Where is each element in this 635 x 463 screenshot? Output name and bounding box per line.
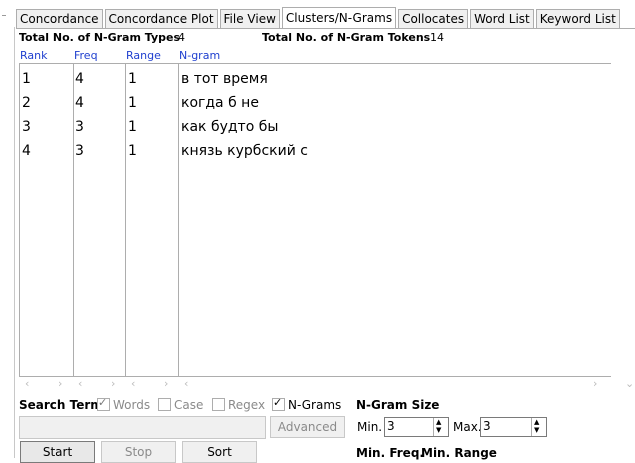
column-header-freq[interactable]: Freq: [74, 49, 98, 62]
regex-option[interactable]: Regex: [212, 398, 265, 412]
scroll-left-icon[interactable]: ‹: [78, 377, 82, 390]
search-term-label: Search Term: [19, 398, 103, 412]
column-header-rank[interactable]: Rank: [20, 49, 47, 62]
tab-word-list[interactable]: Word List: [470, 9, 534, 28]
rank-cell: 2: [22, 95, 31, 111]
words-label: Words: [113, 398, 151, 412]
sort-button[interactable]: Sort: [182, 441, 257, 463]
range-cell: 1: [128, 119, 137, 135]
tab-collocates[interactable]: Collocates: [398, 9, 469, 28]
freq-cell: 4: [75, 71, 84, 87]
scroll-left-icon[interactable]: ‹: [131, 377, 135, 390]
stop-button[interactable]: Stop: [101, 441, 176, 463]
min-size-label: Min.: [357, 420, 383, 434]
case-checkbox[interactable]: [158, 398, 171, 411]
ngrams-checkbox[interactable]: [272, 396, 285, 411]
tab-baseline: [16, 28, 635, 29]
freq-cell: 4: [75, 95, 84, 111]
results-table[interactable]: 1 4 1 в тот время 2 4 1 когда б не 3 3 1…: [19, 63, 612, 377]
rank-cell: 3: [22, 119, 31, 135]
range-cell: 1: [128, 95, 137, 111]
ngrams-option[interactable]: N-Grams: [272, 396, 342, 412]
types-value: 4: [178, 31, 185, 44]
column-header-ngram[interactable]: N-gram: [179, 49, 220, 62]
scroll-left-icon[interactable]: ‹: [25, 377, 29, 390]
tokens-label: Total No. of N-Gram Tokens: [262, 31, 431, 44]
ngram-cell: в тот время: [181, 71, 268, 87]
ngrams-label: N-Grams: [288, 398, 342, 412]
range-cell: 1: [128, 71, 137, 87]
types-label: Total No. of N-Gram Types: [19, 31, 181, 44]
tab-file-view[interactable]: File View: [219, 9, 280, 28]
max-size-value: 3: [483, 419, 491, 433]
range-cell: 1: [128, 143, 137, 159]
words-checkbox[interactable]: [97, 396, 110, 411]
case-option[interactable]: Case: [158, 398, 203, 412]
spin-up-icon[interactable]: ▲: [534, 419, 539, 426]
tab-concordance[interactable]: Concordance: [16, 9, 103, 28]
scroll-right-icon[interactable]: ›: [593, 377, 597, 390]
scroll-right-icon[interactable]: ›: [58, 377, 62, 390]
min-size-arrows[interactable]: ▲ ▼: [433, 418, 448, 436]
tab-clusters-ngrams[interactable]: Clusters/N-Grams: [281, 7, 397, 29]
rank-cell: 1: [22, 71, 31, 87]
tab-keyword-list[interactable]: Keyword List: [535, 9, 620, 28]
scroll-left-icon[interactable]: ‹: [184, 377, 188, 390]
ngram-cell: как будто бы: [181, 119, 279, 135]
case-label: Case: [174, 398, 204, 412]
scroll-down-icon[interactable]: ⌄: [625, 377, 634, 390]
freq-cell: 3: [75, 143, 84, 159]
min-size-spinner[interactable]: 3 ▲ ▼: [384, 417, 449, 437]
spin-down-icon[interactable]: ▼: [436, 427, 441, 434]
min-size-value: 3: [387, 419, 395, 433]
scroll-right-icon[interactable]: ›: [111, 377, 115, 390]
regex-label: Regex: [228, 398, 266, 412]
ngram-cell: князь курбский с: [181, 143, 308, 159]
max-size-spinner[interactable]: 3 ▲ ▼: [480, 417, 547, 437]
spin-up-icon[interactable]: ▲: [436, 419, 441, 426]
column-header-range[interactable]: Range: [126, 49, 161, 62]
advanced-button[interactable]: Advanced: [270, 416, 345, 438]
max-size-arrows[interactable]: ▲ ▼: [531, 418, 546, 436]
panel-frame: [14, 27, 15, 458]
freq-cell: 3: [75, 119, 84, 135]
rank-cell: 4: [22, 143, 31, 159]
ngram-cell: когда б не: [181, 95, 259, 111]
tool-tabs: Concordance Concordance Plot File View C…: [16, 6, 622, 29]
window-edge: [0, 0, 2, 458]
tokens-value: 14: [430, 31, 444, 44]
words-option[interactable]: Words: [97, 396, 151, 412]
ngram-size-label: N-Gram Size: [356, 398, 440, 412]
max-size-label: Max.: [453, 420, 482, 434]
tab-concordance-plot[interactable]: Concordance Plot: [104, 9, 218, 28]
start-button[interactable]: Start: [20, 441, 95, 463]
scroll-right-icon[interactable]: ›: [164, 377, 168, 390]
spin-down-icon[interactable]: ▼: [534, 427, 539, 434]
regex-checkbox[interactable]: [212, 398, 225, 411]
panel-divider-tick: [2, 15, 6, 16]
search-input[interactable]: [19, 416, 266, 439]
vertical-scrollbar[interactable]: ⌄: [611, 63, 634, 393]
column-scrollbars: ‹ › ‹ › ‹ › ‹ ›: [19, 377, 610, 392]
